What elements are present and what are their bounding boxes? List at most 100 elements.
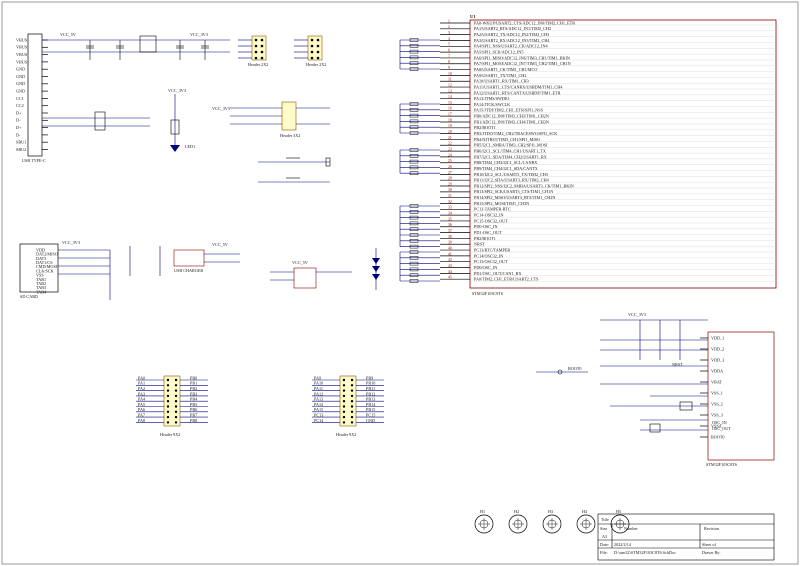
mcu-designator: U1 xyxy=(470,14,476,19)
vcc-3v3-label-sd: VCC_3V3 xyxy=(62,240,80,245)
mcu-pin-number: 43 xyxy=(448,264,452,268)
header-left-label: PA15 xyxy=(314,407,323,412)
header-2x2-a-label: Header 2X2 xyxy=(248,62,268,67)
schematic-drawing: VBUS VBUS VBUS VBUS GND GND GND GND CC1 CC2 D+ D- D+… xyxy=(1,1,799,565)
mcu-pin-number: 2 xyxy=(448,25,450,29)
mcu-pin-label: PB5/I2C1_SMBA/TIM3_CH2/SPI1_MOSI xyxy=(474,143,548,148)
mcu-pin-label: PB12/SPI2_NSS/I2C2_SMBA/USART3_CK/TIM1_B… xyxy=(474,183,574,188)
mcu-pin-label: PA0-WKUP/USART2_CTS/ADC12_IN0/TIM2_CH1_E… xyxy=(474,20,575,25)
usb-pin-label: SBU1 xyxy=(16,140,26,145)
mcu-pin-number: 19 xyxy=(448,124,452,128)
mcu-pin-label: PB0/ADC12_IN8/TIM3_CH3/TIM1_CH2N xyxy=(474,114,549,119)
mcu-pin-number: 34 xyxy=(448,212,452,216)
mcu-pin-label: PB2/BOOT1 xyxy=(474,125,496,130)
mcu-pin-number: 23 xyxy=(448,147,452,151)
header-left-label: PA7 xyxy=(138,413,145,418)
vcc-3v3-label-swd: VCC_3V3 xyxy=(212,106,230,111)
title-block: Title Size A3 Number Revision Date: 2022… xyxy=(597,513,775,561)
mcu-pin-label: PB1/ADC12_IN9/TIM3_CH4/TIM1_CH3N xyxy=(474,119,549,124)
mcu-pin-number: 18 xyxy=(448,118,452,122)
header-right-label: PC15 xyxy=(366,413,375,418)
mcu-pin-number: 32 xyxy=(448,200,452,204)
mounting-hole-label: H4 xyxy=(582,509,588,514)
mcu-pin-label: PA14/JTCK/SWCLK xyxy=(474,102,510,107)
header-pin xyxy=(342,410,346,413)
header-left-label: PA6 xyxy=(138,407,145,412)
header-9x2-b-label: Header 9X2 xyxy=(336,432,356,437)
mcu-pin-number: 37 xyxy=(448,229,452,233)
header-pin xyxy=(260,38,264,42)
mcu-power-section: VDD_1VDD_2VDD_3VDDAVBATVSS_1VSS_2VSS_3VS… xyxy=(600,312,775,467)
header-pin xyxy=(342,400,346,403)
mcu-pin-label: PA12/USART1_RTS/CANTX/USBDP/TIM1_ETR xyxy=(474,90,561,95)
date-value: 2022/2/14 xyxy=(614,542,632,547)
mcu: U1 STM32F103C8T6 1 PA0-WKUP/USART2_CTS/AD… xyxy=(440,14,777,296)
header-pin xyxy=(316,50,320,54)
mcu-pin-label: PC15/OSC32_OUT xyxy=(474,259,508,264)
file-label: File: xyxy=(600,550,608,555)
power-pin-label: VDD_2 xyxy=(711,346,724,351)
usb-connector-label: USB TYPE-C xyxy=(22,158,46,163)
header-pin xyxy=(350,421,354,424)
date-label: Date: xyxy=(600,542,609,547)
mounting-hole-label: H3 xyxy=(548,509,553,514)
mcu-pin-number: 29 xyxy=(448,182,452,186)
usb-pin-label: GND xyxy=(16,89,25,94)
mcu-signal-ladders xyxy=(399,38,440,283)
sd-card: VDDDAT2/MISODAT3DAT1/CSCMD/MOSICLK/SCKVS… xyxy=(19,243,59,299)
power-pin-label: VDDA xyxy=(711,368,723,373)
usb-pin-label: GND xyxy=(16,67,25,72)
mcu-pin-label: PB10/I2C2_SCL/USART3_TX/TIM2_CH3 xyxy=(474,172,548,177)
usb-connector: VBUS VBUS VBUS VBUS GND GND GND GND CC1 CC2 D+ D- D+… xyxy=(16,33,48,163)
mcu-pin-number: 24 xyxy=(448,153,452,157)
power-pin-label: VSS_1 xyxy=(711,390,723,395)
header-pin xyxy=(166,400,170,403)
header-pin xyxy=(342,405,346,408)
header-right-label: PB13 xyxy=(366,397,375,402)
header-pin xyxy=(316,38,320,42)
power-pin-label: BOOT0 xyxy=(711,434,725,439)
ldo-regulator: VCC_5V xyxy=(270,260,352,289)
header-pin xyxy=(310,50,314,54)
mounting-hole-label: H2 xyxy=(514,509,519,514)
header-pin xyxy=(350,405,354,408)
usb-pin-label: VBUS xyxy=(16,45,28,50)
header-2x2-b: Header 2X2 xyxy=(294,35,326,67)
header-left-label: PA4 xyxy=(138,397,146,402)
power-input-network: VCC_5V VCC_3V3 xyxy=(42,32,230,60)
usb-pin-label: VBUS xyxy=(16,37,28,42)
mcu-pin-label: PB7/I2C1_SDA/TIM4_CH2/USART1_RX xyxy=(474,154,547,159)
mcu-pin-label: PA6/SPI1_MISO/ADC12_IN6/TIM3_CH1/TIM1_BK… xyxy=(474,55,570,60)
mcu-pin-label: PA2/USART2_TX/ADC12_IN2/TIM2_CH3 xyxy=(474,32,549,37)
header-2x2-a: Header 2X2 xyxy=(238,35,268,67)
header-pin xyxy=(174,405,178,408)
reset-boot-buttons xyxy=(258,157,331,183)
header-right-label: GND xyxy=(366,418,375,423)
usb-charger-label: USB CHARGER xyxy=(174,268,203,273)
mcu-pin-number: 40 xyxy=(448,246,452,250)
mcu-pin-number: 33 xyxy=(448,206,452,210)
header-pin xyxy=(316,44,320,48)
header-right-label: PB12 xyxy=(366,391,375,396)
usb-pin-label: SBU2 xyxy=(16,147,26,152)
header-pin xyxy=(350,389,354,392)
header-pin xyxy=(310,44,314,48)
header-left-label: PA14 xyxy=(314,402,324,407)
mcu-pin-number: 21 xyxy=(448,136,452,140)
mcu-pin-number: 42 xyxy=(448,258,452,262)
mcu-pin-label: PA10/USART1_RX/TIM1_CH3 xyxy=(474,79,529,84)
usb-data-lines: VCC_3V3 LED1 xyxy=(42,88,195,152)
header-left-label: PA5 xyxy=(138,402,145,407)
mcu-pin-label: PC14-OSC32_IN xyxy=(474,213,504,218)
usb-pin-label: GND xyxy=(16,81,25,86)
mcu-pin-label: PA7/SPI1_MOSI/ADC12_IN7/TIM3_CH2/TIM1_CH… xyxy=(474,61,571,66)
usb-pin-label: D+ xyxy=(16,110,22,115)
header-left-label: PA2 xyxy=(138,386,145,391)
mcu-pin-number: 4 xyxy=(448,37,450,41)
mcu-pin-number: 35 xyxy=(448,217,452,221)
nrst-label: NRST xyxy=(672,362,683,367)
header-left-label: PA8 xyxy=(138,418,145,423)
header-pin xyxy=(342,378,346,382)
revision-label: Revision xyxy=(704,526,720,531)
mcu-pin-number: 27 xyxy=(448,171,452,175)
